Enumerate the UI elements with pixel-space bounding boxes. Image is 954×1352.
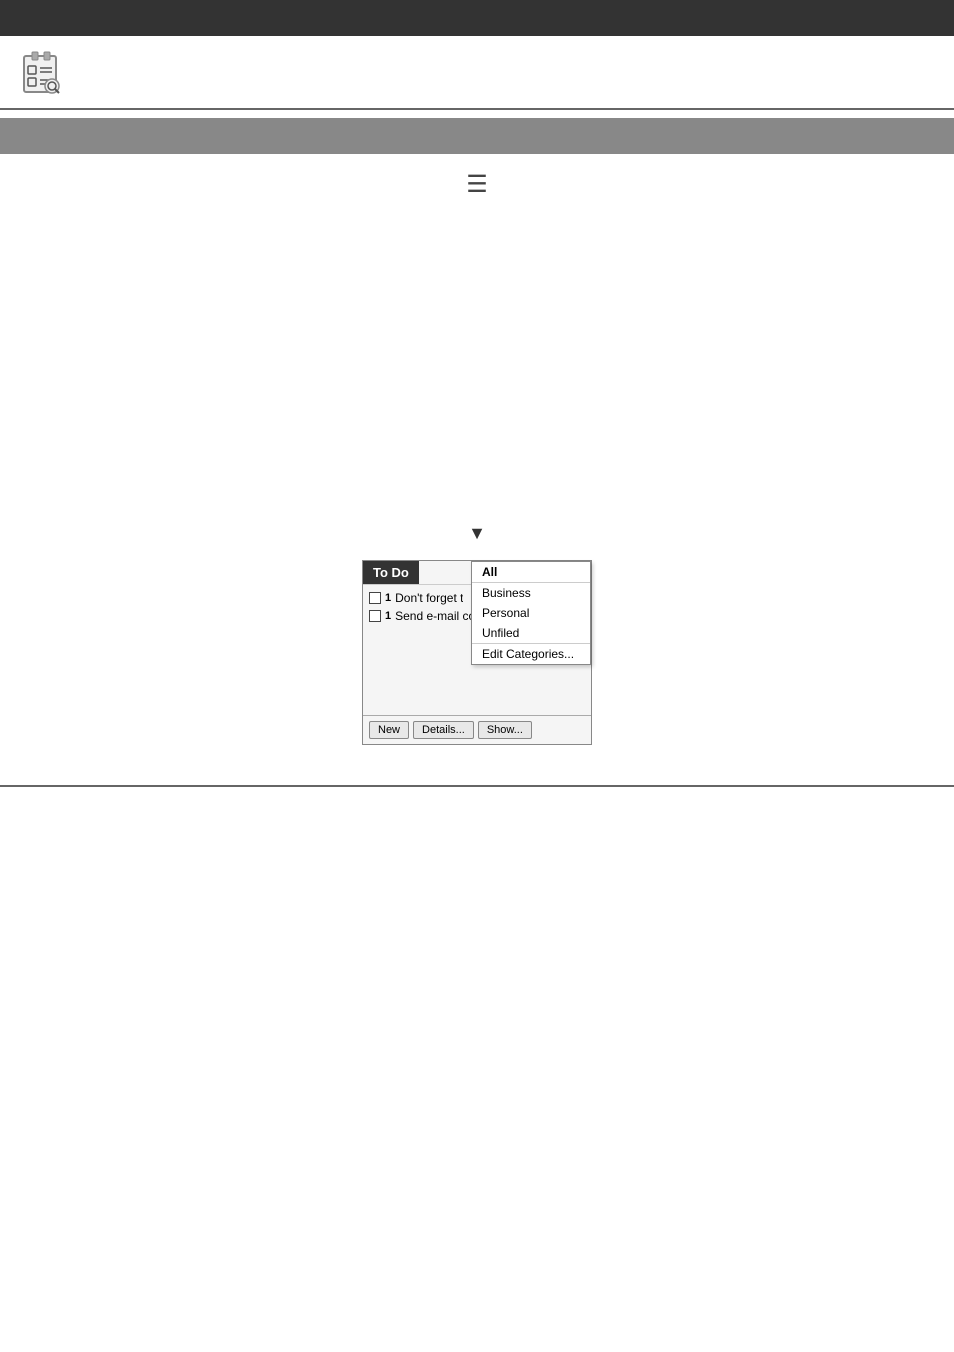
todo-priority-1: 1 [385,592,391,604]
dropdown-option-edit-categories[interactable]: Edit Categories... [472,643,590,664]
dropdown-option-personal[interactable]: Personal [472,603,590,623]
section-header-bar [0,118,954,154]
list-icon: ☰ [466,170,488,199]
dropdown-option-unfiled[interactable]: Unfiled [472,623,590,643]
header-area [0,36,954,108]
list-icon-area: ☰ [0,170,954,199]
dropdown-option-business[interactable]: Business [472,583,590,603]
todo-show-button[interactable]: Show... [478,721,532,739]
dropdown-arrow-area: ▼ [0,523,954,544]
bottom-divider [0,785,954,787]
todo-widget: To Do All Business Personal Unfiled Edit… [362,560,592,745]
todo-widget-title: To Do [363,561,419,584]
todo-dropdown-menu[interactable]: All Business Personal Unfiled Edit Categ… [471,561,591,665]
todo-checkbox-2[interactable] [369,610,381,622]
header-divider [0,108,954,110]
content-spacer [0,215,954,515]
todo-priority-2: 1 [385,610,391,622]
dropdown-option-all[interactable]: All [472,562,590,583]
dropdown-arrow-icon: ▼ [468,523,486,544]
todo-text-2: Send e-mail co [395,609,475,623]
top-bar [0,0,954,36]
todo-new-button[interactable]: New [369,721,409,739]
todo-text-1: Don't forget t [395,591,463,605]
app-icon [16,48,68,100]
app-icon-svg [18,50,66,98]
todo-details-button[interactable]: Details... [413,721,474,739]
todo-checkbox-1[interactable] [369,592,381,604]
todo-bottom-bar: New Details... Show... [363,715,591,744]
